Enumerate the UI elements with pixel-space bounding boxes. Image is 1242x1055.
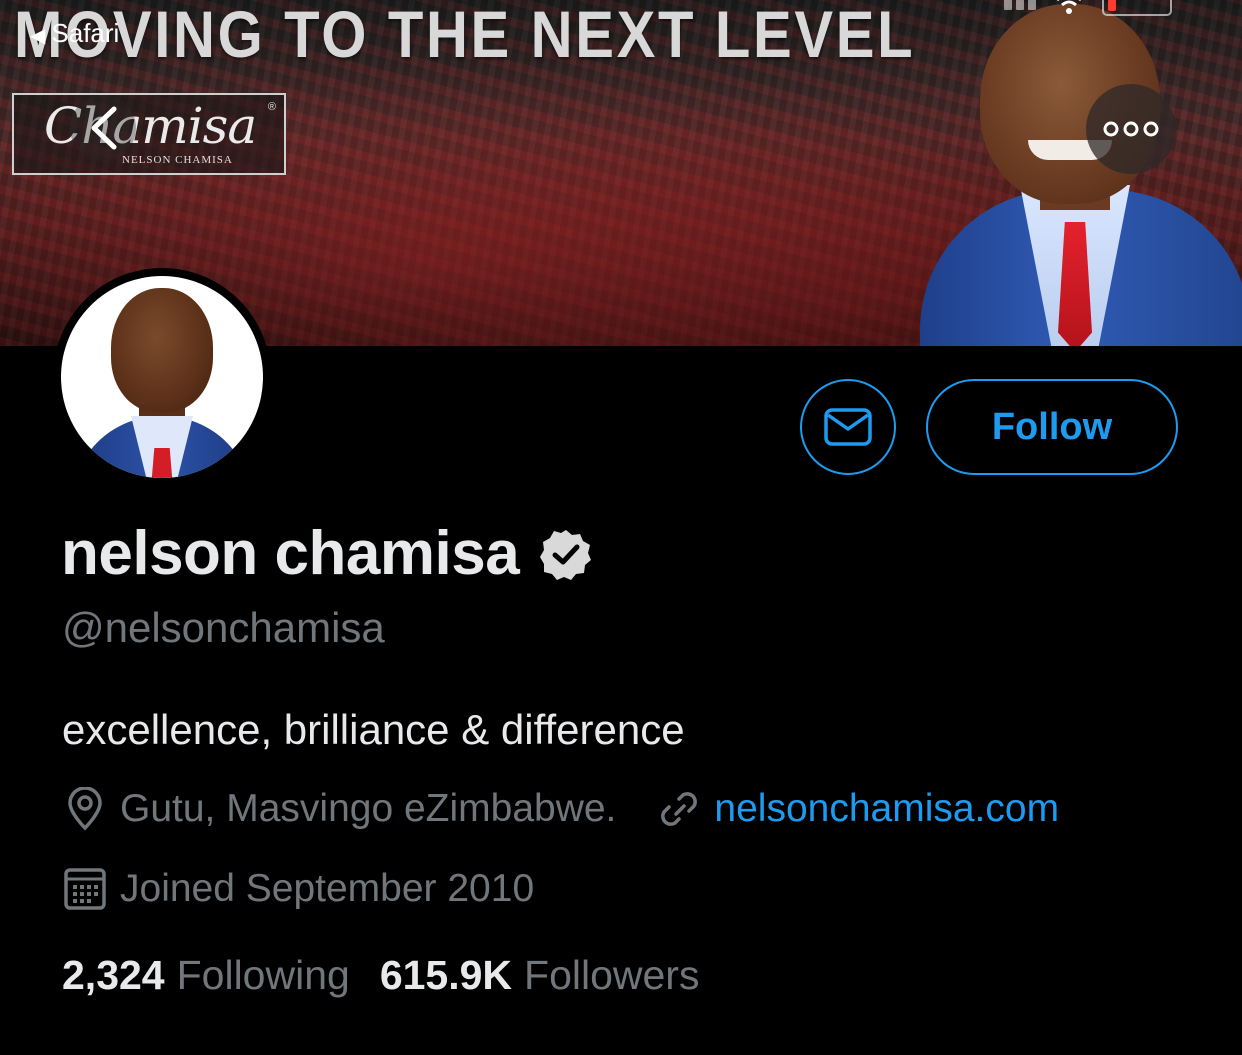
profile-location: Gutu, Masvingo eZimbabwe. bbox=[120, 787, 617, 830]
link-icon bbox=[656, 786, 702, 832]
banner-headline: MOVING TO THE NEXT LEVEL bbox=[14, 0, 916, 71]
status-indicators bbox=[1004, 0, 1172, 16]
profile-joined-date: Joined September 2010 bbox=[120, 867, 535, 910]
profile-stats: 2,324 Following 615.9K Followers bbox=[62, 952, 699, 999]
location-pin-icon bbox=[62, 786, 108, 832]
envelope-icon bbox=[824, 408, 872, 446]
display-name: nelson chamisa bbox=[61, 519, 520, 588]
back-triangle-icon: ◀ bbox=[30, 25, 46, 47]
profile-meta-joined: Joined September 2010 bbox=[62, 866, 534, 912]
user-handle: @nelsonchamisa bbox=[62, 604, 385, 651]
name-row: nelson chamisa bbox=[61, 518, 593, 589]
status-back-to-app[interactable]: ◀ Safari bbox=[30, 18, 119, 49]
profile-meta-location-website: Gutu, Masvingo eZimbabwe. nelsonchamisa.… bbox=[62, 786, 1059, 832]
banner-logo: Chamisa NELSON CHAMISA ® bbox=[12, 93, 286, 175]
back-button[interactable] bbox=[70, 95, 136, 161]
profile-avatar[interactable] bbox=[53, 268, 271, 486]
cellular-signal-icon bbox=[1004, 0, 1036, 10]
message-button[interactable] bbox=[800, 379, 896, 475]
followers-label: Followers bbox=[524, 952, 700, 998]
wifi-icon bbox=[1057, 0, 1081, 14]
avatar-photo bbox=[61, 276, 263, 478]
more-horizontal-icon bbox=[1103, 121, 1159, 137]
logo-subtitle: NELSON CHAMISA bbox=[122, 154, 233, 166]
banner-portrait bbox=[890, 0, 1242, 346]
logo-registered-mark: ® bbox=[267, 101, 276, 113]
verified-badge-icon bbox=[540, 529, 592, 580]
more-options-button[interactable] bbox=[1086, 84, 1176, 174]
profile-website-link[interactable]: nelsonchamisa.com bbox=[714, 787, 1059, 831]
chevron-left-icon bbox=[91, 106, 117, 150]
following-label: Following bbox=[176, 952, 350, 998]
following-stat[interactable]: 2,324 Following bbox=[62, 952, 350, 999]
calendar-icon bbox=[62, 866, 108, 912]
followers-stat[interactable]: 615.9K Followers bbox=[380, 952, 700, 999]
followers-count: 615.9K bbox=[379, 952, 513, 998]
battery-icon bbox=[1102, 0, 1172, 16]
following-count: 2,324 bbox=[62, 952, 165, 998]
follow-button[interactable]: Follow bbox=[926, 379, 1178, 475]
status-back-app-label: Safari bbox=[51, 18, 120, 48]
profile-bio: excellence, brilliance & difference bbox=[62, 706, 685, 753]
